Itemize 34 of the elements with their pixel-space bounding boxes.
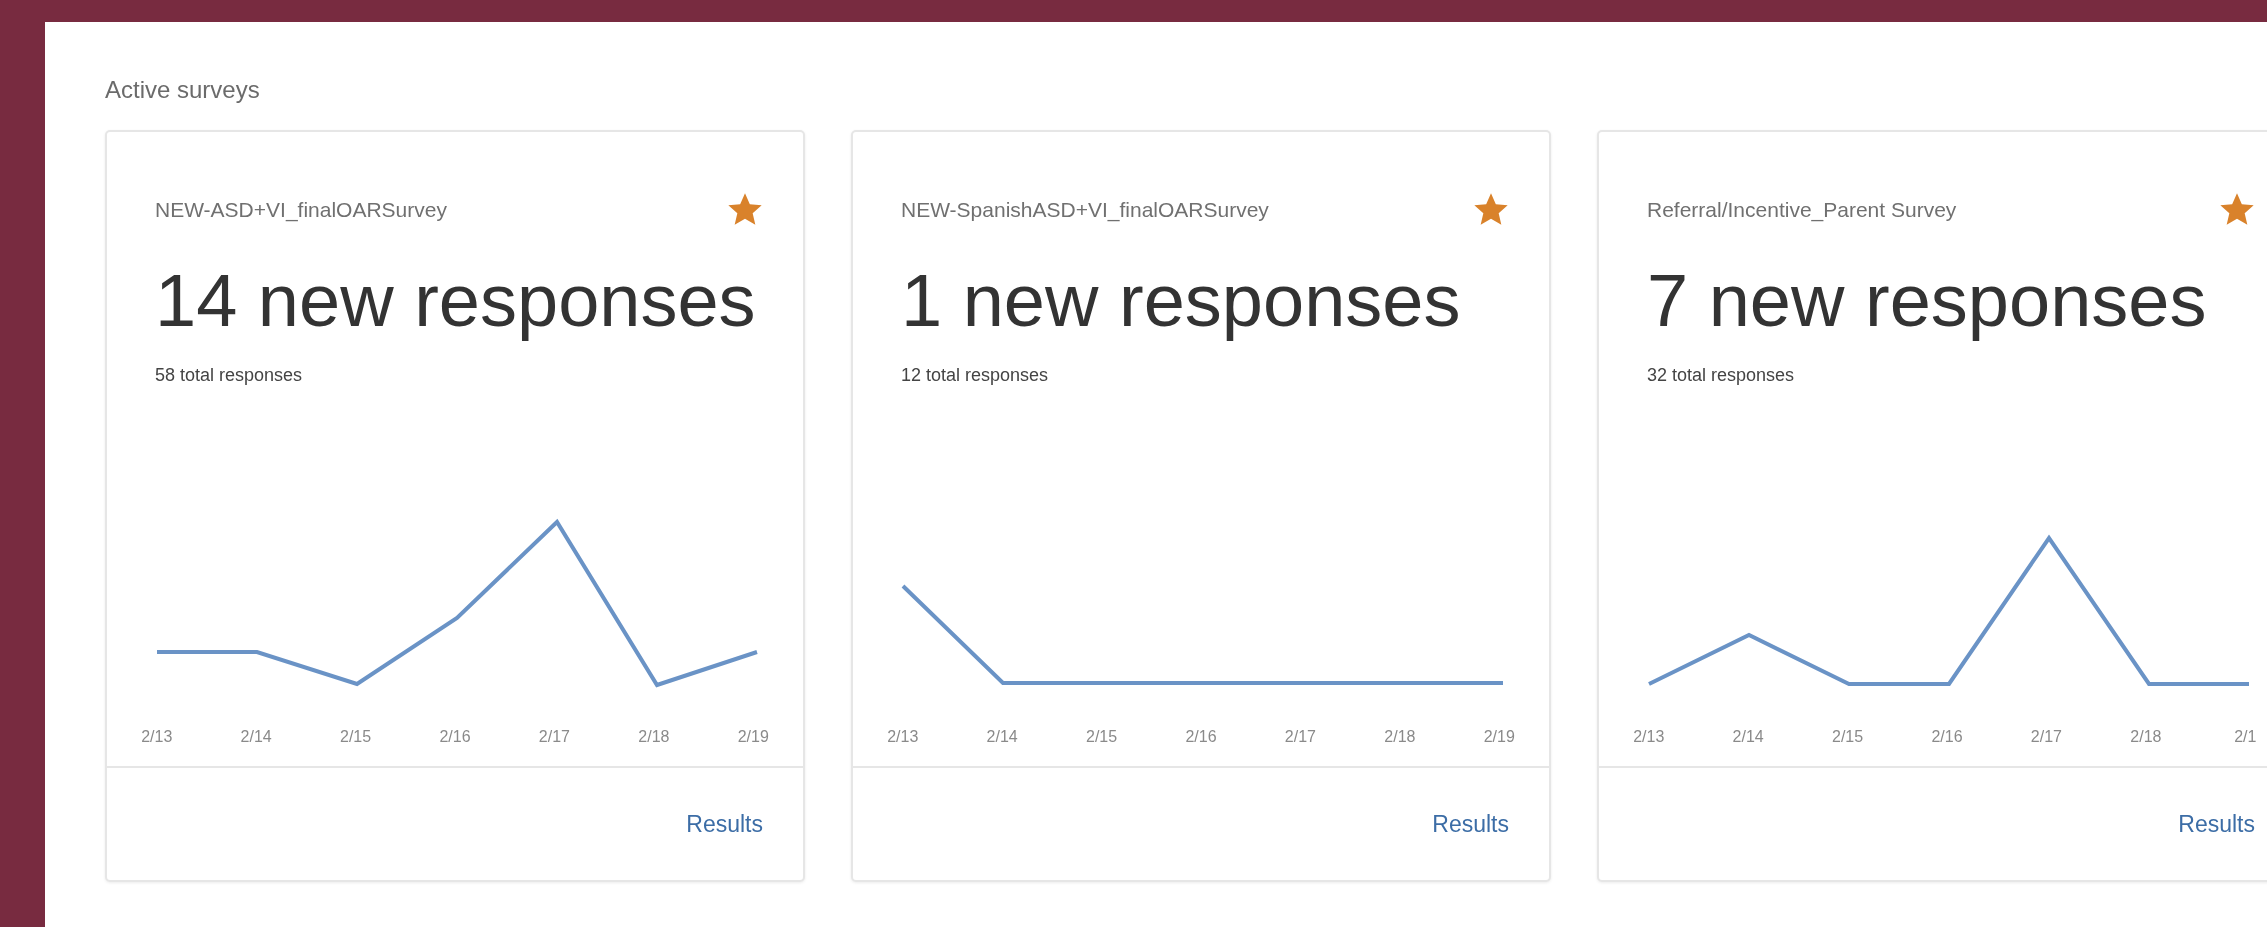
- axis-label: 2/14: [985, 728, 1019, 746]
- axis-label: 2/18: [2129, 728, 2163, 746]
- total-responses: 12 total responses: [900, 364, 1050, 387]
- axis-label: 2/19: [1482, 728, 1516, 746]
- axis-label: 2/18: [637, 728, 671, 746]
- total-responses: 32 total responses: [1646, 364, 1796, 387]
- results-link[interactable]: Results: [2178, 810, 2255, 838]
- survey-title: Referral/Incentive_Parent Survey: [1647, 198, 1957, 222]
- results-link[interactable]: Results: [1432, 810, 1509, 838]
- section-heading: Active surveys: [105, 78, 261, 102]
- survey-title: NEW-ASD+VI_finalOARSurvey: [155, 198, 447, 222]
- axis-label: 2/18: [1383, 728, 1417, 746]
- axis-label: 2/16: [1184, 728, 1218, 746]
- new-responses-count: 1 new responses: [900, 258, 1462, 342]
- survey-title: NEW-SpanishASD+VI_finalOARSurvey: [901, 198, 1269, 222]
- axis-label: 2/14: [1731, 728, 1765, 746]
- axis-label: 2/13: [140, 728, 174, 746]
- axis-label: 2/1: [2233, 728, 2258, 746]
- axis-label: 2/16: [1930, 728, 1964, 746]
- total-responses: 58 total responses: [154, 364, 304, 387]
- axis-label: 2/15: [1831, 728, 1865, 746]
- axis-label: 2/16: [438, 728, 472, 746]
- axis-label: 2/13: [1632, 728, 1666, 746]
- new-responses-count: 7 new responses: [1646, 258, 2208, 342]
- axis-label: 2/17: [1283, 728, 1317, 746]
- axis-label: 2/13: [886, 728, 920, 746]
- axis-label: 2/14: [239, 728, 273, 746]
- axis-label: 2/15: [339, 728, 373, 746]
- axis-label: 2/15: [1085, 728, 1119, 746]
- results-link[interactable]: Results: [686, 810, 763, 838]
- axis-label: 2/17: [537, 728, 571, 746]
- new-responses-count: 14 new responses: [154, 258, 757, 342]
- axis-label: 2/19: [736, 728, 770, 746]
- axis-label: 2/17: [2029, 728, 2063, 746]
